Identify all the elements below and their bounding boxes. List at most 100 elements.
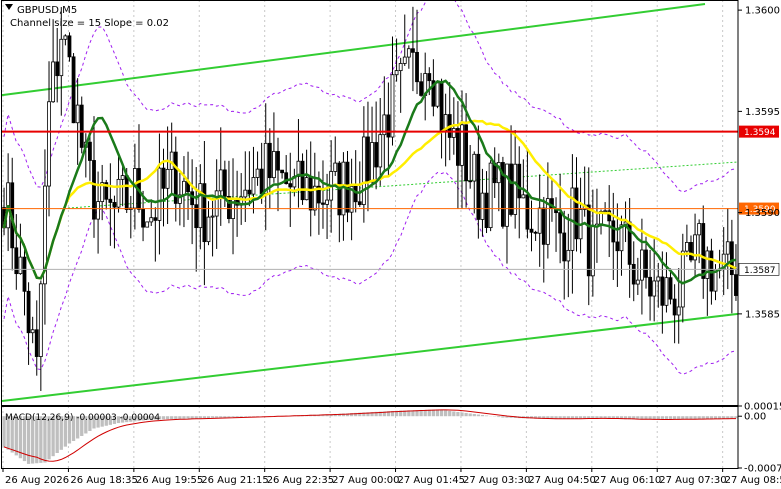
candle-body (357, 201, 362, 205)
candle-body (521, 194, 526, 199)
candle-body (251, 177, 256, 195)
candle-body (517, 163, 522, 199)
price-tick-label: 1.3595 (745, 107, 780, 118)
candle-body (55, 61, 60, 77)
candle-body (124, 175, 129, 210)
candle-body (276, 151, 280, 171)
candle-body (321, 202, 325, 205)
candle-body (684, 242, 689, 252)
candle-body (615, 241, 620, 252)
candle-body (689, 242, 693, 261)
candle-body (51, 61, 56, 103)
candle-body (247, 189, 252, 195)
candle-body (725, 241, 730, 255)
candle-body (406, 48, 411, 58)
macd-label: MACD(12,26,9) -0.00003 -0.00004 (5, 413, 160, 423)
candle-body (26, 290, 31, 334)
candle-body (484, 192, 489, 229)
candle-body (161, 167, 166, 189)
candle-body (374, 142, 379, 168)
candle-body (398, 63, 403, 72)
price-tick-label: 1.3590 (745, 208, 780, 219)
candle-body (590, 225, 595, 277)
candle-body (635, 279, 640, 285)
candle-body (165, 168, 170, 189)
candle-body (218, 169, 223, 192)
candle-body (472, 153, 477, 182)
candle-body (697, 223, 702, 236)
candle-body (141, 208, 145, 228)
candle-body (505, 163, 509, 227)
candle-body (378, 134, 383, 168)
candle-body (456, 128, 460, 166)
candle-body (120, 175, 125, 180)
candle-body (680, 250, 685, 308)
candle-body (243, 189, 248, 198)
candle-body (145, 221, 150, 228)
time-tick-label: 26 Aug 18:35 (70, 475, 137, 486)
macd-tick-label: -0.00076 (744, 464, 781, 475)
candle-body (92, 160, 96, 220)
candle-body (468, 180, 473, 183)
candle-body (574, 187, 579, 240)
candle-body (116, 178, 121, 208)
candle-body (361, 136, 366, 205)
candle-body (63, 35, 68, 40)
candle-body (272, 151, 276, 179)
candle-body (525, 194, 530, 230)
candle-body (672, 298, 677, 316)
candle-body (210, 215, 215, 218)
candle-body (488, 162, 493, 229)
candle-body (300, 160, 305, 201)
candle-body (537, 207, 542, 234)
candle-body (668, 277, 673, 300)
candle-body (79, 104, 84, 148)
candle-body (411, 48, 415, 53)
candle-body (182, 180, 186, 196)
candle-body (333, 162, 338, 172)
candle-body (30, 329, 35, 334)
candle-body (259, 168, 264, 194)
candle-body (427, 73, 432, 82)
candle-body (67, 35, 72, 58)
candle-body (586, 204, 591, 277)
time-tick-label: 26 Aug 2026 (5, 475, 69, 486)
candle-body (640, 249, 644, 281)
time-tick-label: 26 Aug 19:55 (136, 475, 203, 486)
candle-body (280, 169, 284, 174)
candle-body (59, 38, 64, 77)
candle-body (611, 220, 616, 243)
candle-body (267, 142, 272, 179)
candle-body (701, 223, 706, 279)
candle-body (476, 153, 481, 220)
candle-body (734, 274, 738, 296)
candle-body (533, 231, 538, 234)
candle-body (255, 168, 260, 178)
time-tick-label: 27 Aug 00:00 (332, 475, 399, 486)
time-tick-label: 27 Aug 08:55 (725, 475, 781, 486)
time-tick-label: 26 Aug 22:35 (267, 475, 334, 486)
candle-body (390, 74, 395, 138)
candle-body (88, 141, 92, 161)
candle-body (386, 114, 391, 138)
candle-body (480, 192, 485, 220)
candle-body (529, 228, 534, 233)
candle-body (71, 56, 76, 124)
candle-body (96, 201, 100, 220)
candle-body (541, 207, 546, 245)
time-tick-label: 27 Aug 01:45 (398, 475, 465, 486)
candle-body (464, 124, 468, 182)
candle-body (263, 142, 268, 194)
candle-body (149, 217, 154, 223)
candle-body (325, 199, 329, 205)
candle-body (644, 249, 648, 278)
candle-body (439, 82, 444, 131)
candle-body (308, 177, 313, 211)
candle-body (370, 142, 374, 183)
candle-body (214, 190, 219, 217)
symbol-label: GBPUSD,M5 (17, 5, 77, 16)
candle-body (288, 183, 293, 188)
candle-body (18, 256, 23, 275)
candle-body (402, 56, 407, 64)
candle-body (603, 210, 608, 213)
